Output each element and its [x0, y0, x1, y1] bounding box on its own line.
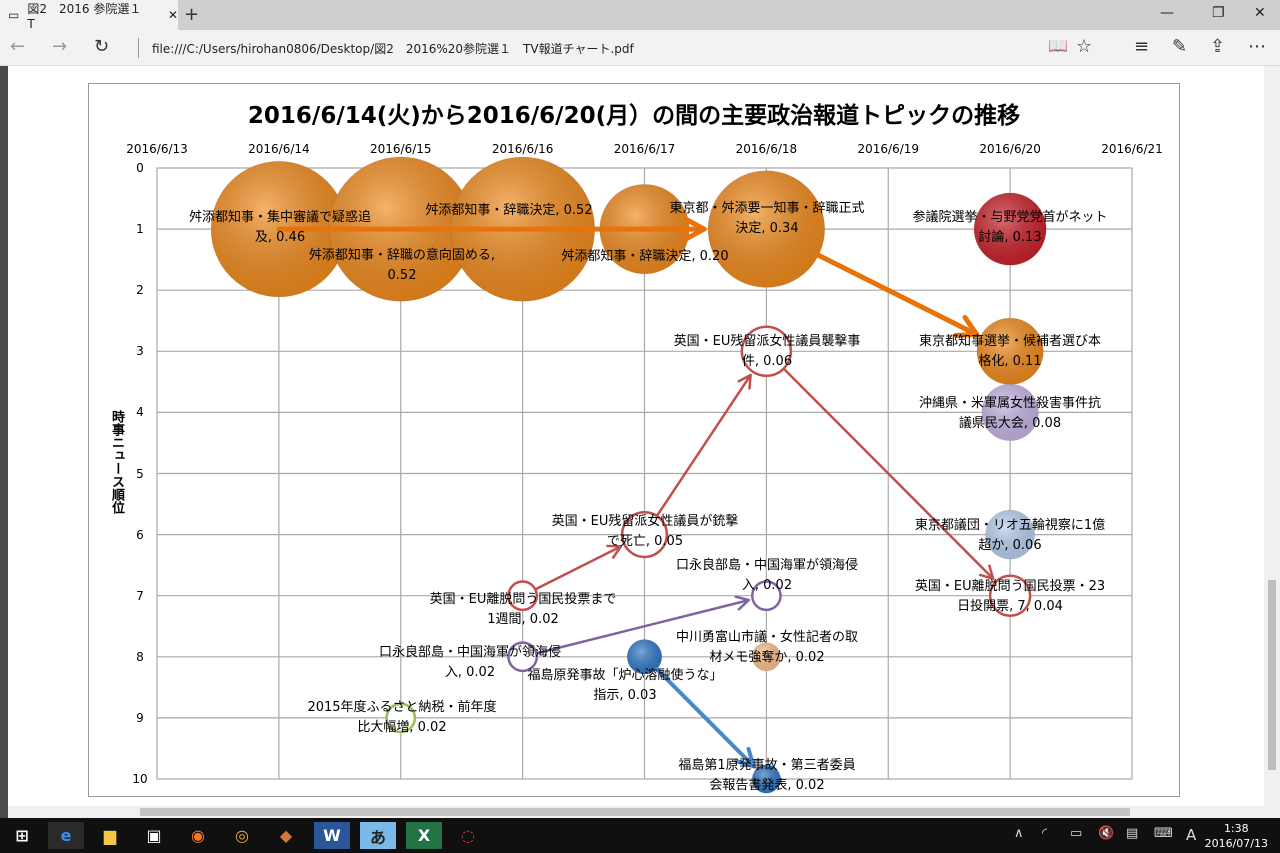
- chrome-icon[interactable]: ◎: [224, 822, 260, 849]
- data-label: 中川勇富山市議・女性記者の取 材メモ強奪か, 0.02: [675, 630, 859, 665]
- data-label: 英国・EU離脱問う国民投票まで 1週間, 0.02: [429, 592, 617, 627]
- show-hidden-icons[interactable]: ∧: [1014, 826, 1024, 841]
- y-tick-label: 4: [136, 405, 144, 420]
- ichitaro-icon[interactable]: あ: [360, 822, 396, 849]
- data-label: 東京都・舛添要一知事・辞職正式 決定, 0.34: [669, 201, 865, 236]
- x-tick-label: 2016/6/17: [613, 142, 676, 156]
- app-icon-2[interactable]: ◌: [450, 822, 486, 849]
- data-label: 沖縄県・米軍属女性殺害事件抗 議県民大会, 0.08: [918, 396, 1102, 431]
- firefox-icon[interactable]: ◉: [180, 822, 216, 849]
- x-tick-label: 2016/6/14: [248, 142, 310, 156]
- x-tick-label: 2016/6/20: [979, 142, 1041, 156]
- y-tick-label: 2: [136, 283, 144, 298]
- data-label: 参議院選挙・与野党党首がネット 討論, 0.13: [912, 210, 1108, 245]
- y-tick-label: 10: [132, 772, 148, 786]
- volume-muted-icon[interactable]: 🔇: [1098, 826, 1114, 841]
- data-label: 福島第1原発事故・第三者委員 会報告書発表, 0.02: [678, 758, 856, 793]
- data-label: 英国・EU残留派女性議員が銃撃 で死亡, 0.05: [551, 514, 739, 549]
- battery-icon[interactable]: ▭: [1070, 826, 1082, 841]
- trend-arrow: [816, 252, 980, 338]
- file-explorer-icon[interactable]: ▆: [92, 822, 128, 849]
- data-label: 東京都知事選挙・候補者選び本 格化, 0.11: [918, 334, 1102, 369]
- clock[interactable]: 1:38 2016/07/13: [1205, 821, 1268, 851]
- y-tick-label: 6: [136, 527, 144, 542]
- notification-icon[interactable]: ▤: [1126, 826, 1138, 841]
- data-label: 英国・EU離脱問う国民投票・23 日投開票, 7, 0.04: [914, 579, 1106, 614]
- x-tick-label: 2016/6/19: [857, 142, 920, 156]
- x-tick-label: 2016/6/16: [491, 142, 554, 156]
- y-tick-label: 7: [136, 588, 144, 603]
- store-icon[interactable]: ▣: [136, 822, 172, 849]
- y-tick-label: 5: [136, 466, 144, 481]
- taskbar: ⊞ e ▆ ▣ ◉ ◎ ◆ W あ X ◌ ∧ ◜ ▭ 🔇 ▤ ⌨ A 1:38…: [0, 818, 1280, 853]
- data-label: 福島原発事故「炉心溶融使うな」 指示, 0.03: [527, 668, 723, 703]
- data-label: 2015年度ふるさと納税・前年度 比大幅増, 0.02: [307, 700, 497, 735]
- y-tick-label: 8: [136, 649, 144, 664]
- clock-date: 2016/07/13: [1204, 837, 1268, 850]
- x-tick-label: 2016/6/21: [1101, 142, 1163, 156]
- y-tick-label: 3: [136, 344, 144, 359]
- trend-arrow: [655, 373, 752, 518]
- x-tick-label: 2016/6/18: [735, 142, 798, 156]
- app-icon[interactable]: ◆: [268, 822, 304, 849]
- edge-taskbar-icon[interactable]: e: [48, 822, 84, 849]
- x-tick-label: 2016/6/13: [126, 142, 188, 156]
- ime-indicator[interactable]: A: [1186, 826, 1196, 844]
- y-tick-label: 0: [136, 161, 144, 175]
- trend-arrow: [534, 545, 623, 591]
- wifi-icon[interactable]: ◜: [1042, 826, 1047, 841]
- clock-time: 1:38: [1223, 822, 1249, 835]
- data-label: 舛添都知事・辞職の意向固める, 0.52: [308, 248, 496, 283]
- excel-icon[interactable]: X: [406, 822, 442, 849]
- data-label: 舛添都知事・辞職決定, 0.20: [561, 249, 729, 264]
- data-label: 舛添都知事・辞職決定, 0.52: [425, 203, 593, 218]
- data-label: 東京都議団・リオ五輪視察に1億 超か, 0.06: [914, 518, 1106, 553]
- data-label: 舛添都知事・集中審議で疑惑追 及, 0.46: [188, 210, 372, 245]
- arrow-head: [737, 373, 752, 390]
- x-tick-label: 2016/6/15: [369, 142, 432, 156]
- data-label: 口永良部島・中国海軍が領海侵 入, 0.02: [675, 558, 859, 593]
- word-icon[interactable]: W: [314, 822, 350, 849]
- y-tick-label: 9: [136, 710, 144, 725]
- keyboard-icon[interactable]: ⌨: [1154, 826, 1173, 841]
- y-tick-label: 1: [136, 222, 144, 237]
- start-button[interactable]: ⊞: [4, 822, 40, 849]
- data-label: 英国・EU残留派女性議員襲撃事 件, 0.06: [673, 334, 861, 369]
